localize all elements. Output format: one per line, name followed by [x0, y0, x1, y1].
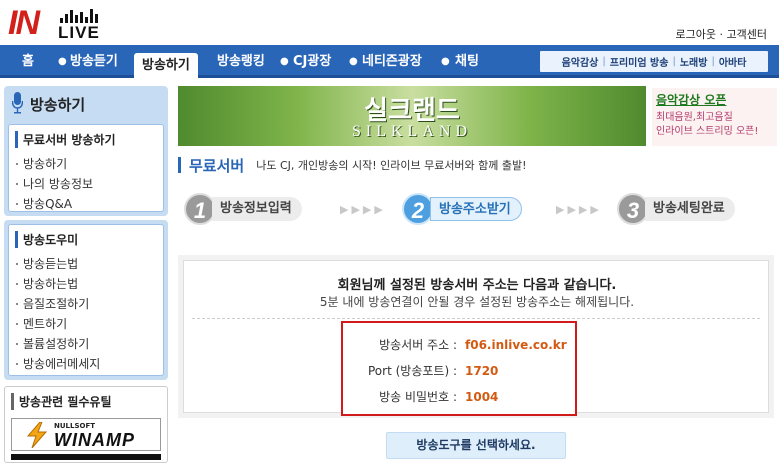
sidebar-title: 방송하기 — [4, 86, 168, 120]
nav-listen[interactable]: 방송듣기 — [70, 45, 118, 78]
nav-chat[interactable]: 채팅 — [455, 45, 479, 78]
step-2: 2 방송주소받기 — [402, 193, 522, 225]
promo-line-1: 최대음원,최고음질 — [656, 112, 733, 123]
support-link[interactable]: 고객센터 — [727, 28, 767, 41]
sidebar-item-how-listen[interactable]: 방송듣는법 — [15, 254, 157, 274]
logo-live-text: LIVE — [58, 23, 100, 42]
server-address-value: f06.inlive.co.kr — [465, 338, 567, 352]
sidebar-section-heading: 무료서버 방송하기 — [15, 131, 157, 148]
server-message-note: 5분 내에 방송연결이 안될 경우 설정된 방송주소는 해제됩니다. — [319, 295, 635, 309]
server-info-panel: 회원님께 설정된 방송서버 주소는 다음과 같습니다. 5분 내에 방송연결이 … — [178, 255, 774, 418]
step-arrows-icon: ▶▶▶▶ — [340, 203, 386, 216]
nav-broadcast[interactable]: 방송하기 — [134, 53, 198, 81]
top-links: 로그아웃 · 고객센터 — [676, 26, 767, 42]
sidebar-section-heading: 방송관련 필수유틸 — [11, 393, 161, 410]
sidebar-section-heading: 방송도우미 — [15, 231, 157, 248]
promo-line-2: 인라이브 스트리밍 오픈! — [656, 126, 759, 137]
subnav-karaoke[interactable]: 노래방 — [680, 54, 708, 69]
sidebar: 방송하기 무료서버 방송하기 방송하기 나의 방송정보 방송Q&A 방송도우미 … — [4, 86, 168, 463]
step-1: 1 방송정보입력 — [184, 193, 302, 225]
port-value: 1720 — [465, 364, 499, 378]
sidebar-item-volume[interactable]: 볼륨설정하기 — [15, 334, 157, 354]
utility-banner-below — [11, 454, 161, 460]
step-arrows-icon: ▶▶▶▶ — [556, 203, 602, 216]
select-tool-button[interactable]: 방송도구를 선택하세요. — [386, 432, 566, 459]
sidebar-item-qa[interactable]: 방송Q&A — [15, 194, 157, 214]
nav-bullet: ● — [58, 56, 67, 67]
silkland-banner[interactable]: 실크랜드 SILKLAND — [178, 86, 646, 146]
sidebar-item-ment[interactable]: 멘트하기 — [15, 314, 157, 334]
step-3: 3 방송세팅완료 — [617, 193, 735, 225]
step-label: 방송정보입력 — [212, 197, 302, 221]
sidebar-section-free-server: 무료서버 방송하기 방송하기 나의 방송정보 방송Q&A — [4, 120, 168, 216]
logo-in-text: IN — [8, 4, 40, 42]
lightning-bolt-icon — [26, 422, 48, 448]
nav-cj-plaza[interactable]: CJ광장 — [293, 45, 331, 78]
nav-bullet: ● — [349, 56, 358, 67]
password-label: 방송 비밀번호 : — [379, 390, 457, 404]
sidebar-item-how-broadcast[interactable]: 방송하는법 — [15, 274, 157, 294]
promo-title-link[interactable]: 음악감상 오픈 — [656, 91, 777, 108]
winamp-nullsoft-text: NULLSOFT — [54, 422, 96, 430]
subnav-avatar[interactable]: 아바타 — [719, 54, 747, 69]
section-subtitle: 나도 CJ, 개인방송의 시작! 인라이브 무료서버와 함께 출발! — [256, 159, 527, 172]
nav-bullet: ● — [280, 56, 289, 67]
divider — [192, 318, 760, 319]
sidebar-section-helper: 방송도우미 방송듣는법 방송하는법 음질조절하기 멘트하기 볼륨설정하기 방송에… — [4, 220, 168, 380]
port-row: Port (방송포트) : 1720 — [343, 361, 575, 381]
nav-home[interactable]: 홈 — [22, 45, 34, 78]
password-row: 방송 비밀번호 : 1004 — [343, 387, 575, 407]
microphone-icon — [12, 92, 23, 114]
section-header: 무료서버 나도 CJ, 개인방송의 시작! 인라이브 무료서버와 함께 출발! — [178, 155, 527, 175]
nav-bullet: ● — [441, 56, 450, 67]
winamp-text: WINAMP — [54, 430, 135, 450]
section-title: 무료서버 — [189, 156, 245, 175]
nav-ranking[interactable]: 방송랭킹 — [217, 45, 265, 78]
sidebar-title-text: 방송하기 — [30, 96, 86, 114]
subnav-premium[interactable]: 프리미엄 방송 — [610, 54, 669, 69]
sidebar-item-quality[interactable]: 음질조절하기 — [15, 294, 157, 314]
subnav-music[interactable]: 음악감상 — [562, 54, 599, 69]
banner-title-korean: 실크랜드 — [364, 96, 460, 126]
inlive-logo[interactable]: IN LIVE — [8, 4, 118, 44]
sidebar-item-my-info[interactable]: 나의 방송정보 — [15, 174, 157, 194]
server-details-box: 방송서버 주소 : f06.inlive.co.kr Port (방송포트) :… — [341, 321, 577, 416]
sidebar-item-broadcast[interactable]: 방송하기 — [15, 154, 157, 174]
server-address-row: 방송서버 주소 : f06.inlive.co.kr — [343, 335, 575, 355]
sub-nav: 음악감상 | 프리미엄 방송 | 노래방 | 아바타 — [538, 49, 770, 74]
password-value: 1004 — [465, 390, 499, 404]
section-bar — [178, 157, 181, 173]
winamp-download-button[interactable]: NULLSOFT WINAMP — [11, 418, 161, 451]
nav-netizen-plaza[interactable]: 네티즌광장 — [362, 45, 422, 78]
top-links-separator: · — [719, 28, 724, 41]
step-label: 방송세팅완료 — [645, 197, 735, 221]
server-address-label: 방송서버 주소 : — [379, 338, 457, 352]
banner-title-english: SILKLAND — [352, 123, 472, 140]
port-label: Port (방송포트) : — [368, 364, 457, 378]
logout-link[interactable]: 로그아웃 — [676, 28, 716, 41]
equalizer-icon — [60, 9, 98, 23]
step-label: 방송주소받기 — [430, 197, 522, 221]
sidebar-item-errors[interactable]: 방송에러메세지 — [15, 354, 157, 374]
server-message-title: 회원님께 설정된 방송서버 주소는 다음과 같습니다. — [337, 278, 617, 293]
sidebar-section-utilities: 방송관련 필수유틸 NULLSOFT WINAMP — [4, 386, 168, 463]
music-promo: 음악감상 오픈 최대음원,최고음질 인라이브 스트리밍 오픈! — [652, 88, 777, 146]
